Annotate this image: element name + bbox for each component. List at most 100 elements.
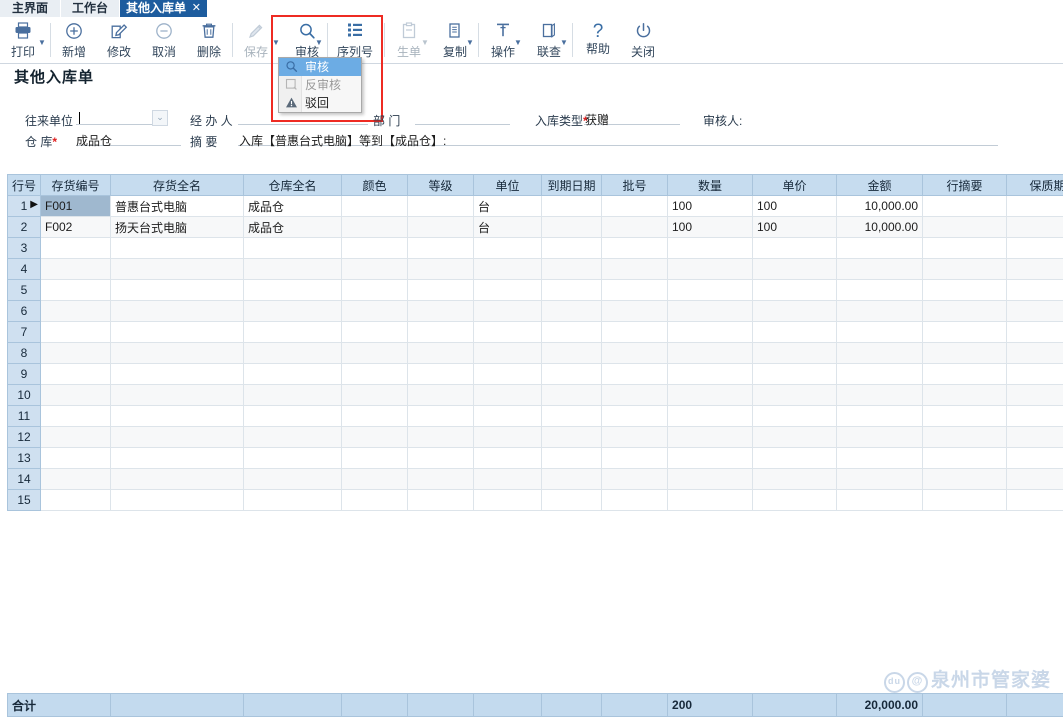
tab-main[interactable]: 主界面 <box>0 0 61 17</box>
column-header[interactable]: 数量 <box>668 175 753 196</box>
menu-item-reject[interactable]: 驳回 <box>279 94 361 112</box>
cell-color[interactable] <box>342 217 408 238</box>
cell-shelf[interactable] <box>1007 217 1063 238</box>
table-row[interactable]: 3 <box>8 238 1063 259</box>
toolbar-button-audit[interactable]: 审核 <box>284 19 330 61</box>
cell-expire[interactable] <box>542 196 602 217</box>
cell-color[interactable] <box>342 259 408 280</box>
cell-name[interactable] <box>111 406 244 427</box>
cell-warehouse[interactable] <box>244 406 342 427</box>
cell-code[interactable]: F001 <box>41 196 111 217</box>
cell-memo[interactable] <box>923 448 1007 469</box>
cell-price[interactable] <box>753 406 837 427</box>
table-row[interactable]: 13 <box>8 448 1063 469</box>
cell-grade[interactable] <box>408 196 474 217</box>
toolbar-button-help[interactable]: ? 帮助 <box>575 19 621 61</box>
cell-batch[interactable] <box>602 469 668 490</box>
cell-amount[interactable] <box>837 280 923 301</box>
chevron-down-icon-print[interactable]: ▼ <box>38 39 46 47</box>
cell-name[interactable]: 扬天台式电脑 <box>111 217 244 238</box>
table-row[interactable]: 8 <box>8 343 1063 364</box>
cell-warehouse[interactable] <box>244 448 342 469</box>
table-row[interactable]: 9 <box>8 364 1063 385</box>
cell-code[interactable] <box>41 427 111 448</box>
cell-memo[interactable] <box>923 301 1007 322</box>
cell-expire[interactable] <box>542 448 602 469</box>
cell-warehouse[interactable]: 成品仓 <box>244 217 342 238</box>
cell-color[interactable] <box>342 490 408 511</box>
cell-amount[interactable] <box>837 406 923 427</box>
toolbar-button-cancel[interactable]: 取消 <box>141 19 187 61</box>
cell-amount[interactable] <box>837 259 923 280</box>
cell-batch[interactable] <box>602 322 668 343</box>
cell-name[interactable] <box>111 448 244 469</box>
table-row[interactable]: 6 <box>8 301 1063 322</box>
cell-unit[interactable] <box>474 469 542 490</box>
row-number[interactable]: 6 <box>8 301 41 322</box>
cell-price[interactable] <box>753 238 837 259</box>
cell-warehouse[interactable] <box>244 385 342 406</box>
cell-batch[interactable] <box>602 490 668 511</box>
cell-amount[interactable] <box>837 469 923 490</box>
toolbar-button-delete[interactable]: 删除 <box>186 19 232 61</box>
cell-shelf[interactable] <box>1007 322 1063 343</box>
row-number[interactable]: 3 <box>8 238 41 259</box>
cell-memo[interactable] <box>923 364 1007 385</box>
cell-unit[interactable] <box>474 280 542 301</box>
column-header[interactable]: 存货全名 <box>111 175 244 196</box>
chevron-down-icon-operation[interactable]: ▼ <box>514 39 522 47</box>
cell-warehouse[interactable] <box>244 259 342 280</box>
cell-color[interactable] <box>342 364 408 385</box>
cell-batch[interactable] <box>602 406 668 427</box>
cell-memo[interactable] <box>923 385 1007 406</box>
table-row[interactable]: 10 <box>8 385 1063 406</box>
cell-name[interactable] <box>111 469 244 490</box>
row-number[interactable]: 12 <box>8 427 41 448</box>
column-header[interactable]: 行摘要 <box>923 175 1007 196</box>
cell-qty[interactable] <box>668 406 753 427</box>
cell-batch[interactable] <box>602 280 668 301</box>
cell-name[interactable] <box>111 322 244 343</box>
cell-code[interactable] <box>41 385 111 406</box>
cell-expire[interactable] <box>542 364 602 385</box>
cell-name[interactable] <box>111 301 244 322</box>
cell-name[interactable] <box>111 364 244 385</box>
chevron-down-icon-audit[interactable]: ▼ <box>315 39 323 47</box>
table-row[interactable]: 15 <box>8 490 1063 511</box>
menu-item-audit[interactable]: 审核 <box>279 58 361 76</box>
chevron-down-icon-trace[interactable]: ▼ <box>560 39 568 47</box>
column-header[interactable]: 仓库全名 <box>244 175 342 196</box>
cell-batch[interactable] <box>602 427 668 448</box>
cell-qty[interactable] <box>668 322 753 343</box>
cell-shelf[interactable] <box>1007 427 1063 448</box>
cell-qty[interactable] <box>668 448 753 469</box>
cell-expire[interactable] <box>542 406 602 427</box>
cell-amount[interactable]: 10,000.00 <box>837 196 923 217</box>
cell-unit[interactable] <box>474 259 542 280</box>
cell-batch[interactable] <box>602 259 668 280</box>
cell-qty[interactable] <box>668 301 753 322</box>
row-number[interactable]: 10 <box>8 385 41 406</box>
row-number[interactable]: 11 <box>8 406 41 427</box>
cell-price[interactable] <box>753 343 837 364</box>
cell-memo[interactable] <box>923 427 1007 448</box>
cell-warehouse[interactable] <box>244 343 342 364</box>
cell-shelf[interactable] <box>1007 196 1063 217</box>
cell-warehouse[interactable] <box>244 469 342 490</box>
cell-shelf[interactable] <box>1007 301 1063 322</box>
cell-grade[interactable] <box>408 385 474 406</box>
cell-expire[interactable] <box>542 217 602 238</box>
cell-unit[interactable] <box>474 238 542 259</box>
cell-qty[interactable] <box>668 280 753 301</box>
cell-grade[interactable] <box>408 406 474 427</box>
cell-color[interactable] <box>342 343 408 364</box>
cell-name[interactable] <box>111 259 244 280</box>
toolbar-button-close[interactable]: 关闭 <box>620 19 666 61</box>
cell-grade[interactable] <box>408 343 474 364</box>
cell-warehouse[interactable] <box>244 238 342 259</box>
row-number[interactable]: 8 <box>8 343 41 364</box>
chevron-down-icon-generate[interactable]: ▼ <box>421 39 429 47</box>
cell-shelf[interactable] <box>1007 364 1063 385</box>
row-number[interactable]: 5 <box>8 280 41 301</box>
cell-batch[interactable] <box>602 301 668 322</box>
